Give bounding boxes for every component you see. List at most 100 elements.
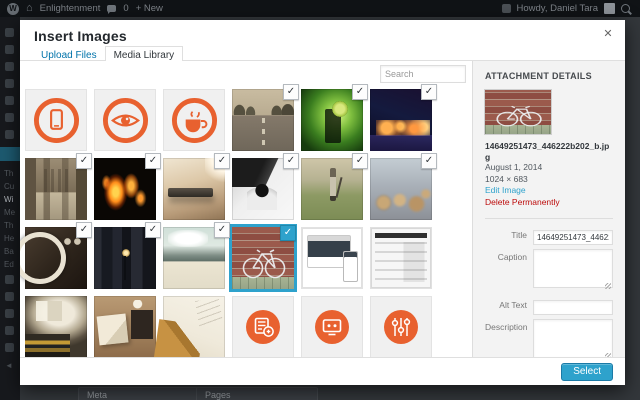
check-icon[interactable]: ✓ <box>283 153 299 169</box>
site-name-link[interactable]: Enlightenment <box>40 3 101 14</box>
check-icon[interactable]: ✓ <box>76 153 92 169</box>
media-item-street[interactable]: ✓ <box>25 153 92 220</box>
check-icon[interactable]: ✓ <box>421 84 437 100</box>
media-item-car-interior[interactable]: ✓ <box>20 222 92 289</box>
admin-submenu-item: He <box>4 234 15 243</box>
media-item-typewriter[interactable]: ✓ <box>232 153 299 220</box>
admin-menu-icon <box>5 275 14 284</box>
admin-menu-icon <box>5 343 14 352</box>
media-item-bicycle[interactable]: ✓ <box>232 225 296 289</box>
admin-bar-icon <box>501 4 511 13</box>
check-icon[interactable]: ✓ <box>352 153 368 169</box>
caption-label: Caption <box>497 251 527 262</box>
alt-text-field[interactable] <box>533 299 613 315</box>
collapse-menu-icon: ◄ <box>5 361 13 370</box>
admin-submenu-item: Ba <box>4 247 14 256</box>
admin-menu-icon <box>5 309 14 318</box>
check-icon[interactable]: ✓ <box>76 222 92 238</box>
media-item-donuts[interactable]: ✓ <box>370 153 437 220</box>
media-grid: ✓ ✓ ✓ ✓ ✓ ✓ ✓ ✓ ✓ ✓ ✓ ✓ ✓ <box>20 84 437 358</box>
media-item-coffee[interactable] <box>163 89 225 151</box>
media-item-admin[interactable] <box>370 227 432 289</box>
description-label: Description <box>485 321 528 332</box>
title-field[interactable] <box>533 229 613 245</box>
check-icon[interactable]: ✓ <box>145 222 161 238</box>
media-item-sliders[interactable] <box>370 296 432 358</box>
media-item-snow-lake[interactable]: ✓ <box>163 222 230 289</box>
media-modal: Insert Images ✕ Upload Files Media Librar… <box>20 20 625 385</box>
media-item-forest-lamp[interactable]: ✓ <box>94 222 161 289</box>
admin-menu-icon <box>5 326 14 335</box>
eye-icon <box>102 97 149 144</box>
admin-menu-icon <box>5 62 14 71</box>
admin-submenu: Th Cu Wi Me Th He Ba Ed <box>4 167 15 271</box>
media-item-website[interactable] <box>301 227 363 289</box>
check-icon[interactable]: ✓ <box>214 153 230 169</box>
admin-menu-icon <box>5 96 14 105</box>
media-item-eye[interactable] <box>94 89 156 151</box>
select-button[interactable]: Select <box>561 363 613 381</box>
admin-submenu-item: Me <box>4 208 16 217</box>
coffee-icon <box>171 97 218 144</box>
comments-icon[interactable] <box>107 5 117 14</box>
description-field[interactable] <box>533 318 613 358</box>
admin-menu-icon <box>5 79 14 88</box>
background-page: Meta Pages <box>20 385 640 400</box>
home-icon[interactable]: ⌂ <box>26 3 33 14</box>
check-icon[interactable]: ✓ <box>214 222 230 238</box>
admin-submenu-item: Ed <box>4 260 14 269</box>
admin-sidebar: Th Cu Wi Me Th He Ba Ed ◄ <box>0 17 20 400</box>
check-icon[interactable]: ✓ <box>421 153 437 169</box>
media-item-road[interactable]: ✓ <box>232 84 299 151</box>
media-item-notebook[interactable] <box>94 296 156 358</box>
close-icon[interactable]: ✕ <box>599 25 617 43</box>
check-icon[interactable]: ✓ <box>352 84 368 100</box>
admin-menu-icon <box>5 28 14 37</box>
admin-submenu-item: Cu <box>4 182 15 191</box>
widget-pages: Pages <box>196 387 318 400</box>
check-icon[interactable]: ✓ <box>283 84 299 100</box>
check-icon[interactable]: ✓ <box>280 225 296 241</box>
form-add-icon <box>246 310 280 344</box>
caption-field[interactable] <box>533 248 613 288</box>
comments-count[interactable]: 0 <box>123 3 128 14</box>
media-item-form-add[interactable] <box>232 296 294 358</box>
media-item-fire[interactable]: ✓ <box>94 153 161 220</box>
media-item-desk-device[interactable]: ✓ <box>163 153 230 220</box>
widget-meta: Meta <box>78 387 200 400</box>
screen-icon <box>315 310 349 344</box>
howdy-account-link[interactable]: Howdy, Daniel Tara <box>517 3 599 14</box>
edit-image-link[interactable]: Edit Image <box>485 185 613 197</box>
media-item-golfer[interactable]: ✓ <box>301 153 368 220</box>
attachment-dimensions: 1024 × 683 <box>485 173 528 184</box>
modal-toolbar: Select <box>20 357 625 385</box>
media-item-screen[interactable] <box>301 296 363 358</box>
alt-text-label: Alt Text <box>499 299 527 310</box>
avatar <box>604 3 615 14</box>
new-menu[interactable]: + New <box>136 3 163 14</box>
check-icon[interactable]: ✓ <box>145 153 161 169</box>
search-icon[interactable] <box>621 4 630 13</box>
admin-menu-icon <box>5 130 14 139</box>
admin-menu-icon <box>5 113 14 122</box>
bicycle-graphic <box>242 249 286 279</box>
media-item-smartphone[interactable] <box>25 89 87 151</box>
media-item-writing[interactable] <box>163 296 225 358</box>
sliders-icon <box>384 310 418 344</box>
media-item-green-drink[interactable]: ✓ <box>301 84 368 151</box>
media-tabs: Upload Files Media Library <box>20 44 625 65</box>
search-input[interactable] <box>380 65 466 83</box>
admin-submenu-item: Th <box>4 221 14 230</box>
attachment-thumbnail <box>485 90 551 134</box>
delete-permanently-link[interactable]: Delete Permanently <box>485 197 613 209</box>
bicycle-graphic <box>496 105 542 127</box>
wordpress-logo-icon[interactable]: W <box>7 2 19 15</box>
attachment-details-heading: ATTACHMENT DETAILS <box>485 71 592 81</box>
admin-submenu-item: Th <box>4 169 14 178</box>
media-item-desk-books[interactable] <box>25 296 87 358</box>
media-library-panel: ✓ ✓ ✓ ✓ ✓ ✓ ✓ ✓ ✓ ✓ ✓ ✓ ✓ <box>20 61 472 358</box>
admin-menu-icon <box>5 45 14 54</box>
media-item-night-candles[interactable]: ✓ <box>370 84 437 151</box>
attachment-filename: 14649251473_446222b202_b.jpg <box>485 141 610 162</box>
admin-menu-icon <box>5 292 14 301</box>
